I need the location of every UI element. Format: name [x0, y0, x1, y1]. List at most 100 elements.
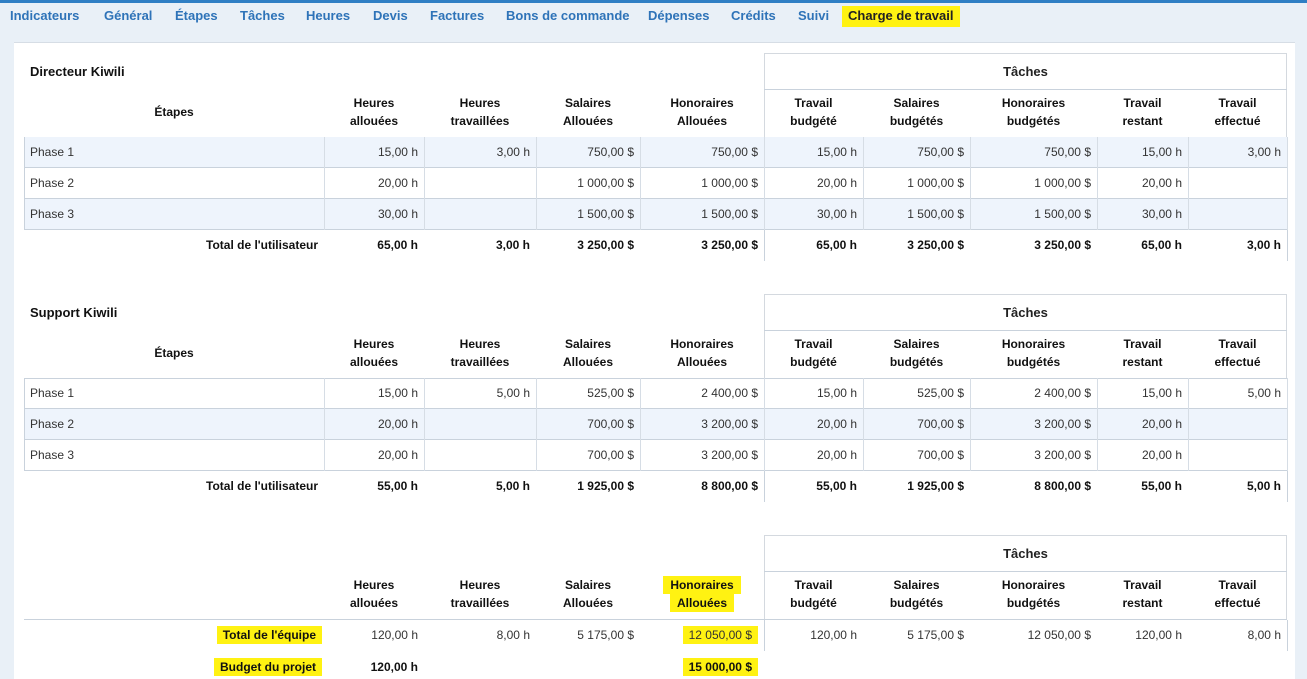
cell-heures-allouees: 20,00 h [377, 448, 418, 462]
budget-honoraires-value: 15 000,00 $ [682, 658, 758, 676]
column-header-travail-restant: Travail restant [1097, 335, 1188, 371]
team-total-travail-restant: 120,00 h [1135, 628, 1182, 642]
cell-travail-restant: 20,00 h [1141, 448, 1182, 462]
tab-suivi[interactable]: Suivi [798, 6, 829, 27]
taches-label: Tâches [1003, 64, 1048, 79]
column-header-line: travaillées [450, 596, 510, 610]
column-header-travail-restant: Travail restant [1097, 576, 1188, 612]
total-travail-budgete: 55,00 h [816, 479, 857, 493]
tab-taches[interactable]: Tâches [240, 6, 285, 27]
tab-credits[interactable]: Crédits [731, 6, 776, 27]
column-header-line: Heures [459, 578, 501, 592]
column-header-line: Heures [459, 337, 501, 351]
column-header-line: Travail [1218, 578, 1257, 592]
total-honoraires-allouees: 3 250,00 $ [701, 238, 758, 252]
cell-separator [1287, 378, 1288, 409]
total-honoraires-budgetes: 3 250,00 $ [1034, 238, 1091, 252]
cell-honoraires-allouees: 2 400,00 $ [701, 386, 758, 400]
column-header-line: effectué [1214, 596, 1261, 610]
team-total-salaires-budgetes: 5 175,00 $ [907, 628, 964, 642]
column-header-line: budgétés [889, 596, 944, 610]
cell-travail-budgete: 15,00 h [816, 386, 857, 400]
phase-name: Phase 1 [30, 386, 75, 400]
cell-travail-restant: 15,00 h [1141, 386, 1182, 400]
cell-heures-travaillees [424, 409, 530, 440]
column-header-salaires-budgetes: Salaires budgétés [863, 94, 970, 130]
column-header-line: Travail [1123, 96, 1162, 110]
total-honoraires-allouees: 8 800,00 $ [701, 479, 758, 493]
total-salaires-budgetes: 3 250,00 $ [907, 238, 964, 252]
row-left-border [24, 409, 25, 440]
column-header-travail-budgete: Travail budgété [764, 335, 863, 371]
column-header-line: Salaires [893, 337, 940, 351]
row-left-border [24, 199, 25, 230]
total-travail-effectue: 5,00 h [1246, 479, 1281, 493]
budget-label: Budget du projet [24, 652, 322, 679]
column-header-line: budgétés [1006, 596, 1061, 610]
tab-etapes[interactable]: Étapes [175, 6, 218, 27]
user-name: Directeur Kiwili [30, 64, 125, 79]
column-header-honoraires-budgetes: Honoraires budgétés [970, 576, 1097, 612]
cell-travail-budgete: 20,00 h [816, 448, 857, 462]
total-travail-effectue: 3,00 h [1246, 238, 1281, 252]
cell-heures-travaillees [424, 440, 530, 471]
column-header-travail-budgete: Travail budgété [764, 576, 863, 612]
tab-indicateurs[interactable]: Indicateurs [10, 6, 79, 27]
tab-charge-de-travail[interactable]: Charge de travail [842, 6, 960, 27]
cell-honoraires-allouees: 3 200,00 $ [701, 448, 758, 462]
total-salaires-allouees: 3 250,00 $ [577, 238, 634, 252]
cell-salaires-budgetes: 1 500,00 $ [907, 207, 964, 221]
tab-heures[interactable]: Heures [306, 6, 350, 27]
team-total-salaires-allouees: 5 175,00 $ [577, 628, 634, 642]
tab-depenses[interactable]: Dépenses [648, 6, 709, 27]
column-header-line: allouées [349, 596, 399, 610]
taches-header: Tâches [764, 294, 1287, 330]
cell-salaires-allouees: 1 500,00 $ [577, 207, 634, 221]
column-header-line: Allouées [562, 596, 613, 610]
column-header-heures-allouees: Heures allouées [324, 335, 424, 371]
column-header-line: Allouées [562, 114, 613, 128]
column-header-heures-allouees: Heures allouées [324, 94, 424, 130]
column-header-line: Salaires [564, 578, 612, 592]
column-header-line: budgété [790, 596, 837, 610]
column-header-salaires-budgetes: Salaires budgétés [863, 576, 970, 612]
column-header-line: Travail [1218, 96, 1257, 110]
tab-bons-de-commande[interactable]: Bons de commande [506, 6, 630, 27]
cell-salaires-budgetes: 700,00 $ [917, 448, 964, 462]
cell-honoraires-budgetes: 2 400,00 $ [1034, 386, 1091, 400]
column-header-etapes: Étapes [154, 346, 194, 360]
tab-general[interactable]: Général [104, 6, 152, 27]
budget-heures: 120,00 h [370, 660, 418, 674]
column-header-salaires-allouees: Salaires Allouées [536, 335, 640, 371]
phase-name: Phase 3 [30, 207, 75, 221]
cell-salaires-allouees: 700,00 $ [587, 448, 634, 462]
phase-name: Phase 1 [30, 145, 75, 159]
tab-devis[interactable]: Devis [373, 6, 408, 27]
tab-bar: Indicateurs Général Étapes Tâches Heures… [0, 0, 1307, 27]
cell-salaires-budgetes: 525,00 $ [917, 386, 964, 400]
cell-heures-allouees: 20,00 h [377, 176, 418, 190]
cell-salaires-budgetes: 1 000,00 $ [907, 176, 964, 190]
cell-honoraires-allouees: 1 000,00 $ [701, 176, 758, 190]
column-header-honoraires-allouees: Honoraires Allouées [640, 335, 764, 371]
cell-honoraires-allouees: 1 500,00 $ [701, 207, 758, 221]
column-header-line: restant [1122, 114, 1163, 128]
cell-travail-effectue [1188, 199, 1281, 230]
phase-name: Phase 3 [30, 448, 75, 462]
column-header-line: Honoraires [1001, 337, 1066, 351]
tab-factures[interactable]: Factures [430, 6, 484, 27]
phase-name: Phase 2 [30, 417, 75, 431]
column-header-travail-effectue: Travail effectué [1188, 576, 1287, 612]
cell-travail-effectue: 5,00 h [1247, 386, 1281, 400]
column-header-line: Allouées [562, 355, 613, 369]
phase-name: Phase 2 [30, 176, 75, 190]
total-travail-budgete: 65,00 h [816, 238, 857, 252]
tasks-side-border [764, 471, 765, 502]
cell-honoraires-allouees: 750,00 $ [711, 145, 758, 159]
tasks-side-border [1287, 230, 1288, 261]
budget-label-text: Budget du projet [214, 658, 322, 676]
column-header-line: effectué [1214, 355, 1261, 369]
column-header-honoraires-allouees: Honoraires Allouées [640, 576, 764, 612]
cell-heures-allouees: 15,00 h [377, 145, 418, 159]
column-header-honoraires-budgetes: Honoraires budgétés [970, 335, 1097, 371]
